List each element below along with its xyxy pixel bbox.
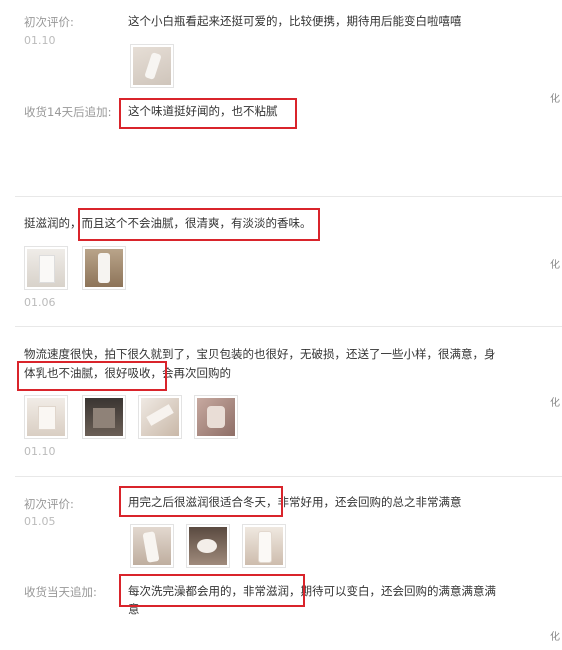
review-text-line-2: 体乳也不油腻，很好吸收，会再次回购的: [24, 364, 231, 383]
review-photo-thumbnail[interactable]: [194, 395, 238, 439]
review-text-highlighted: 而且这个不会油腻，很清爽，有淡淡的香味。: [81, 216, 312, 230]
review-divider: [15, 476, 562, 477]
review-photo-thumbnail[interactable]: [82, 395, 126, 439]
followup-review-label: 收货当天追加:: [24, 585, 97, 599]
followup-review-text: 这个味道挺好闻的，也不粘腻: [128, 104, 278, 118]
review-date: 01.10: [24, 445, 56, 458]
review-text: 挺滋润的，而且这个不会油腻，很清爽，有淡淡的香味。: [24, 214, 312, 233]
initial-review-label: 初次评价:: [24, 15, 74, 29]
review-photo-thumbnail[interactable]: [24, 246, 68, 290]
review-text-highlighted: 用完之后很滋润很适合冬天，: [128, 495, 278, 509]
review-photo-thumbnail[interactable]: [138, 395, 182, 439]
review-text-start: 挺滋润的，: [24, 216, 82, 230]
review-text-highlighted: 体乳也不油腻，很好吸收，: [24, 366, 162, 380]
side-edge-mark: 化: [550, 632, 560, 643]
review-photo-thumbnail[interactable]: [24, 395, 68, 439]
review-text: 用完之后很滋润很适合冬天，非常好用，还会回购的总之非常满意: [128, 493, 462, 512]
review-date: 01.06: [24, 296, 56, 309]
side-edge-mark: 化: [550, 94, 560, 105]
followup-review-label: 收货14天后追加:: [24, 105, 112, 119]
review-date: 01.05: [24, 515, 56, 528]
followup-text-wrap: 意: [128, 602, 140, 616]
review-text-rest: 会再次回购的: [162, 366, 231, 380]
review-divider: [15, 196, 562, 197]
followup-text-highlighted: 每次洗完澡都会用的，非常滋润，: [128, 584, 301, 598]
review-photo-thumbnail[interactable]: [130, 44, 174, 88]
review-photo-thumbnail[interactable]: [82, 246, 126, 290]
followup-review-text: 每次洗完澡都会用的，非常滋润，期待可以变白，还会回购的满意满意满: [128, 582, 496, 601]
review-photo-thumbnail[interactable]: [186, 524, 230, 568]
followup-text-rest: 期待可以变白，还会回购的满意满意满: [300, 584, 497, 598]
side-edge-mark: 化: [550, 398, 560, 409]
review-text-rest: 非常好用，还会回购的总之非常满意: [277, 495, 462, 509]
review-text: 这个小白瓶看起来还挺可爱的，比较便携，期待用后能变白啦嘻嘻: [128, 14, 462, 28]
side-edge-mark: 化: [550, 260, 560, 271]
review-divider: [15, 326, 562, 327]
review-photo-thumbnail[interactable]: [242, 524, 286, 568]
review-text-line-1: 物流速度很快，拍下很久就到了，宝贝包装的也很好，无破损，还送了一些小样，很满意，…: [24, 347, 496, 361]
review-photo-thumbnail[interactable]: [130, 524, 174, 568]
review-date: 01.10: [24, 34, 56, 47]
initial-review-label: 初次评价:: [24, 497, 74, 511]
